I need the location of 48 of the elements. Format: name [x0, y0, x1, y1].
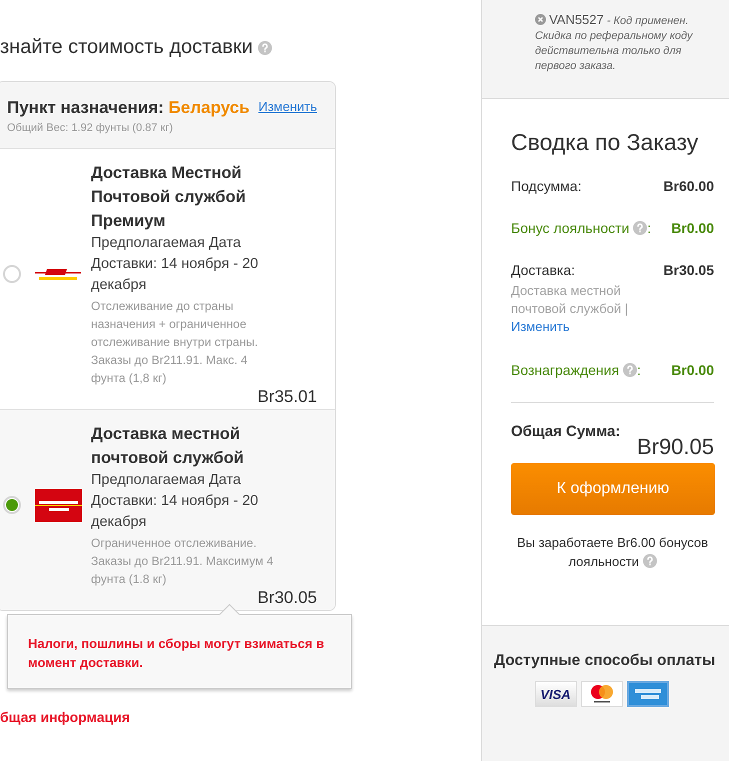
option-details: Ограниченное отслеживание. Заказы до Br211.91. Максимум 4 фунта (1.8 кг): [91, 535, 274, 588]
summary-title: Сводка по Заказу: [511, 129, 700, 156]
loyalty-note: лояльности: [568, 554, 639, 569]
summary-label: Доставка:: [511, 262, 576, 278]
checkout-button[interactable]: К оформлению: [511, 463, 715, 515]
payment-title: Доступные способы оплаты: [494, 652, 716, 670]
summary-label: Бонус лояльности: [511, 220, 630, 236]
option-details: Отслеживание до страны назначения + ограниченное отслеживание внутри страны. Заказы до Br211.91. Макс. 4 фунта (1,8 кг): [91, 298, 259, 387]
summary-value: Br0.00: [671, 362, 714, 378]
card-logo: [580, 681, 622, 707]
help-icon[interactable]: [622, 363, 637, 377]
change-link[interactable]: Изменить: [258, 99, 317, 114]
total-label: Общая Сумма:: [511, 423, 622, 440]
destination-label: Пункт назначения:: [7, 98, 164, 117]
summary-label: Вознаграждения: [511, 362, 620, 378]
option-title: Доставка Местной Почтовой службой Премиум: [91, 163, 247, 232]
page-heading: знайте стоимость доставки: [0, 36, 253, 58]
promo-note: Скидка по реферальному коду действительна только для первого заказа.: [535, 29, 694, 74]
promo-status: - Код применен.: [606, 15, 688, 27]
summary-value: Br30.05: [663, 262, 714, 280]
destination-country: Беларусь: [168, 98, 250, 117]
summary-value: Br0.00: [671, 220, 714, 236]
delivery-estimate: Предполагаемая Дата Доставки: 14 ноября - 20 декабря: [91, 234, 260, 295]
card-logo: [626, 681, 668, 707]
option-title: Доставка местной почтовой службой: [91, 424, 245, 469]
carrier-logo: [35, 267, 81, 281]
summary-value: Br60.00: [663, 178, 714, 194]
remove-icon[interactable]: [535, 14, 546, 25]
help-icon[interactable]: [258, 41, 272, 55]
radio-button[interactable]: [3, 496, 21, 514]
summary-label: Подсумма:: [511, 178, 582, 194]
radio-button[interactable]: [3, 265, 21, 283]
total-weight: Общий Вес: 1.92 фунты (0.87 кг): [7, 122, 174, 134]
change-link[interactable]: Изменить: [511, 319, 570, 334]
label-colon: :: [647, 220, 652, 236]
section-title: бщая информация: [0, 709, 130, 725]
label-colon: :: [636, 362, 641, 378]
option-price: Br30.05: [257, 588, 317, 607]
shipping-method: Доставка местной почтовой службой |: [511, 283, 628, 316]
carrier-logo: [35, 488, 82, 522]
loyalty-note: Вы заработаете Br6.00 бонусов: [516, 535, 708, 550]
card-logo: VISA: [534, 681, 576, 707]
delivery-estimate: Предполагаемая Дата Доставки: 14 ноября - 20 декабря: [91, 471, 260, 532]
help-icon[interactable]: [642, 554, 657, 568]
help-icon[interactable]: [633, 221, 648, 235]
promo-code: VAN5527: [549, 12, 604, 27]
option-price: Br35.01: [257, 387, 317, 406]
total-value: Br90.05: [636, 434, 714, 459]
